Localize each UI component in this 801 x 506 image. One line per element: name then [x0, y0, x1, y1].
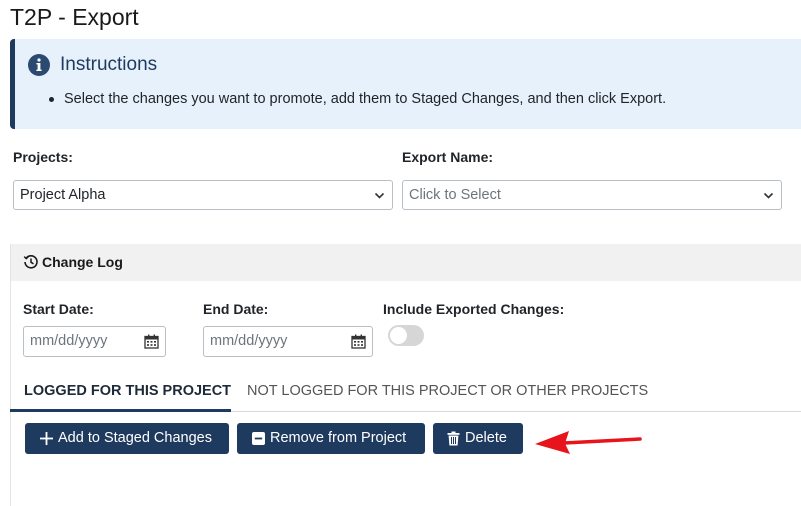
- trash-icon: [447, 431, 460, 446]
- export-name-placeholder: Click to Select: [409, 187, 501, 203]
- active-tab-indicator: [10, 409, 231, 412]
- export-name-label: Export Name:: [402, 149, 494, 165]
- tab-logged-for-this-project[interactable]: LOGGED FOR THIS PROJECT: [24, 383, 231, 399]
- tab-not-logged[interactable]: NOT LOGGED FOR THIS PROJECT OR OTHER PRO…: [247, 383, 648, 399]
- end-date-input[interactable]: mm/dd/yyyy: [203, 326, 373, 357]
- minus-square-icon: [252, 432, 265, 445]
- info-icon: [28, 54, 50, 76]
- start-date-label: Start Date:: [23, 301, 94, 317]
- add-to-staged-changes-button[interactable]: Add to Staged Changes: [25, 423, 229, 454]
- toggle-knob: [390, 327, 407, 344]
- plus-icon: [40, 432, 53, 445]
- change-log-header: Change Log: [11, 244, 801, 281]
- remove-from-project-button[interactable]: Remove from Project: [237, 423, 425, 454]
- chevron-down-icon: [374, 192, 385, 199]
- export-name-select[interactable]: Click to Select: [402, 180, 782, 210]
- instructions-panel: Instructions Select the changes you want…: [10, 39, 801, 129]
- start-date-placeholder: mm/dd/yyyy: [30, 333, 108, 349]
- calendar-icon[interactable]: [351, 334, 366, 349]
- end-date-label: End Date:: [203, 301, 269, 317]
- end-date-placeholder: mm/dd/yyyy: [210, 333, 288, 349]
- delete-button[interactable]: Delete: [433, 423, 523, 454]
- instructions-bullet: Select the changes you want to promote, …: [48, 91, 667, 107]
- projects-select[interactable]: Project Alpha: [13, 180, 393, 210]
- calendar-icon[interactable]: [144, 334, 159, 349]
- projects-select-value: Project Alpha: [20, 187, 106, 203]
- red-arrow-annotation: [535, 431, 642, 454]
- projects-label: Projects:: [13, 149, 73, 165]
- change-log-title: Change Log: [42, 254, 123, 270]
- history-icon: [23, 255, 38, 269]
- add-button-label: Add to Staged Changes: [58, 430, 212, 446]
- chevron-down-icon: [763, 192, 774, 199]
- remove-button-label: Remove from Project: [270, 430, 407, 446]
- include-exported-toggle[interactable]: [388, 325, 424, 346]
- include-exported-label: Include Exported Changes:: [383, 301, 565, 317]
- change-log-card: Change Log: [10, 244, 801, 506]
- page-title: T2P - Export: [10, 4, 139, 30]
- start-date-input[interactable]: mm/dd/yyyy: [23, 326, 166, 357]
- instructions-title: Instructions: [60, 54, 158, 75]
- delete-button-label: Delete: [465, 430, 507, 446]
